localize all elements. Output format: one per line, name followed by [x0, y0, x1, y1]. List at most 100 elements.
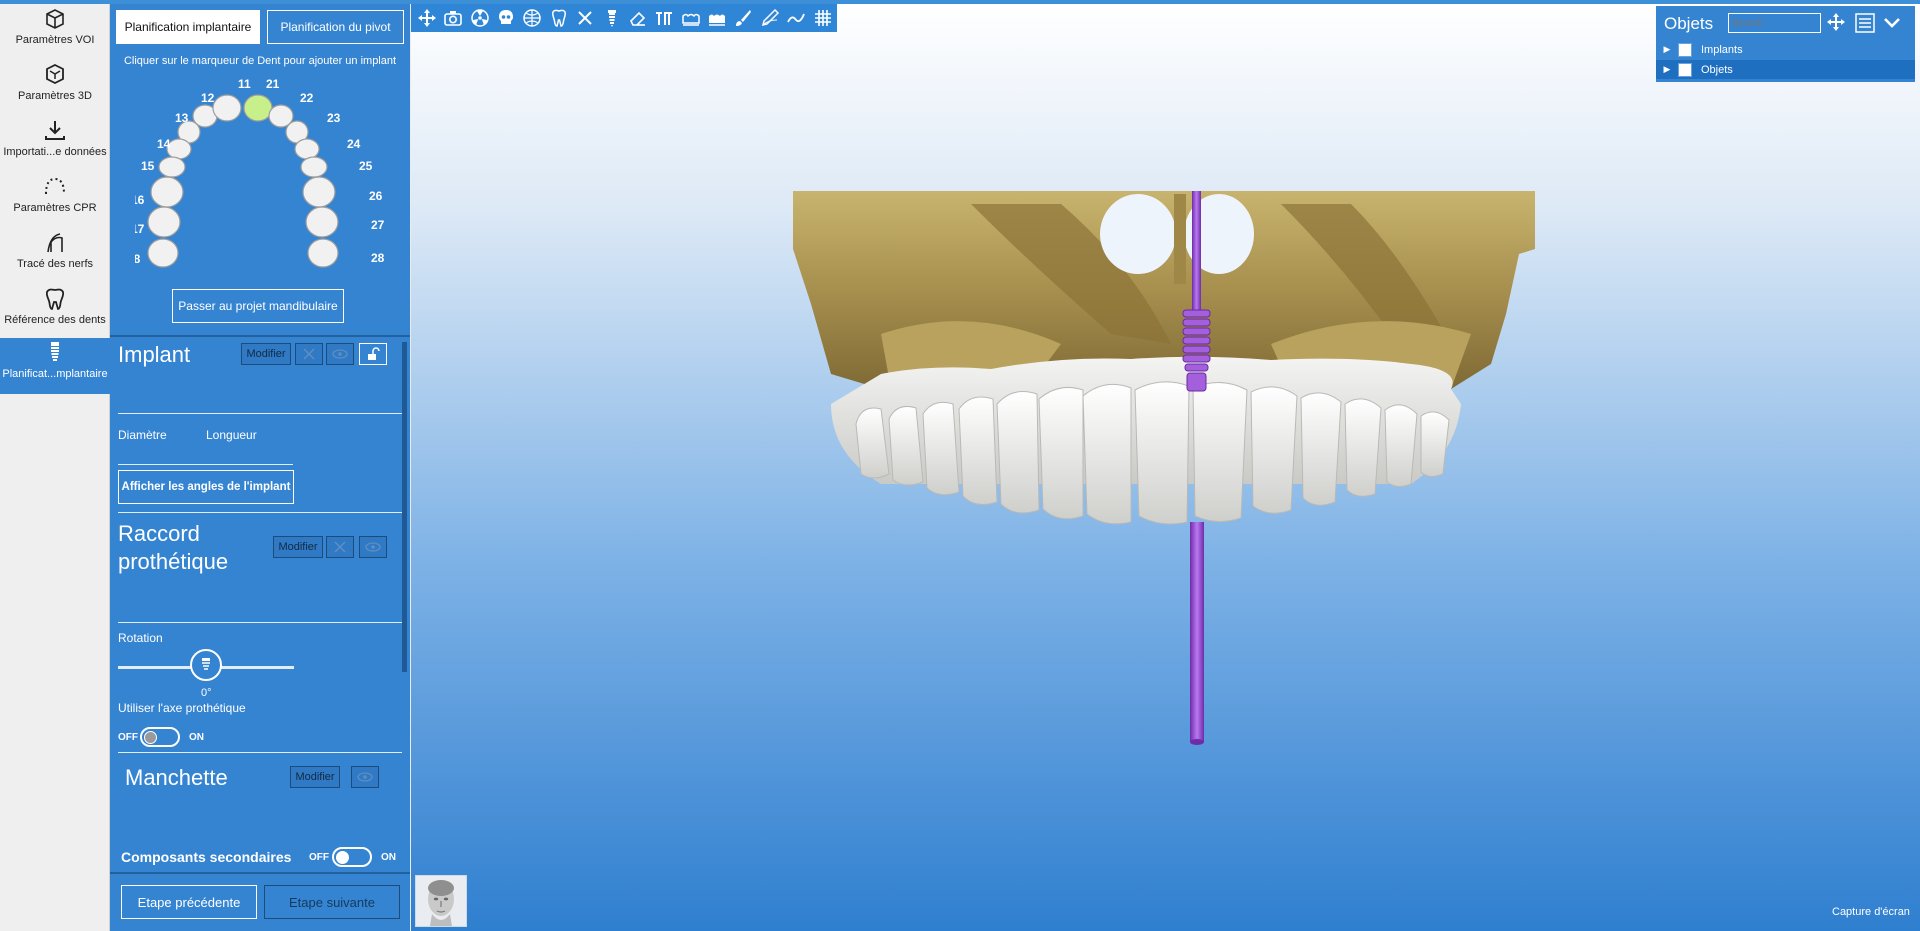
tooth-label-24: 24	[347, 137, 361, 151]
tooth-25[interactable]	[300, 156, 328, 178]
move-icon[interactable]	[415, 6, 439, 30]
abutment-title-line1: Raccord	[118, 521, 200, 546]
tooth-27[interactable]	[305, 206, 339, 238]
nav-item-import[interactable]: Importati...e données	[0, 116, 110, 170]
crowns-icon[interactable]	[652, 6, 676, 30]
camera-icon[interactable]	[441, 6, 465, 30]
sleeve-modify-button[interactable]: Modifier	[290, 766, 340, 788]
previous-step-button[interactable]: Etape précédente	[121, 885, 257, 919]
diameter-label: Diamètre	[118, 428, 167, 442]
tooth-label-21: 21	[266, 77, 280, 91]
head-icon	[428, 880, 454, 926]
nav-item-voi[interactable]: Paramètres VOI	[0, 4, 110, 58]
radiation-icon[interactable]	[468, 6, 492, 30]
expand-arrow-icon[interactable]: ▶	[1656, 64, 1678, 75]
3d-scene[interactable]	[411, 4, 1920, 931]
screenshot-button[interactable]: Capture d'écran	[1832, 906, 1910, 918]
tooth-label-16: 16	[135, 193, 145, 207]
prosthetic-axis-label: Utiliser l'axe prothétique	[118, 701, 246, 715]
nav-label: Tracé des nerfs	[16, 258, 93, 270]
tooth-21[interactable]	[243, 94, 273, 122]
chevron-down-icon[interactable]	[1882, 12, 1904, 34]
nav-label: Planificat...mplantaire	[2, 368, 108, 380]
close-icon	[303, 348, 315, 360]
prosthetic-axis-toggle[interactable]	[140, 727, 180, 747]
head-orientation-button[interactable]	[415, 875, 467, 927]
arch-filled-icon[interactable]	[705, 6, 729, 30]
skull-icon[interactable]	[494, 6, 518, 30]
tooth-hint-text: Cliquer sur le marqueur de Dent pour ajo…	[123, 55, 397, 67]
show-implant-angles-button[interactable]: Afficher les angles de l'implant	[118, 470, 294, 504]
toggle-knob	[336, 851, 349, 864]
tooth-26[interactable]	[302, 176, 336, 208]
toggle-knob	[144, 731, 157, 744]
tooth-label-17: 17	[135, 222, 145, 236]
objects-row-objets[interactable]: ▶ Objets	[1656, 60, 1915, 79]
rotation-slider-handle[interactable]	[190, 649, 222, 681]
grid-icon[interactable]	[811, 6, 835, 30]
visibility-checkbox[interactable]	[1678, 62, 1692, 77]
rotation-value: 0°	[201, 687, 212, 699]
expand-arrow-icon[interactable]: ▶	[1656, 44, 1678, 55]
length-label: Longueur	[206, 428, 257, 442]
nav-item-3d[interactable]: Paramètres 3D	[0, 60, 110, 114]
abutment-delete-button[interactable]	[326, 536, 354, 558]
abutment-modify-button[interactable]: Modifier	[273, 536, 323, 558]
tooth-label-15: 15	[141, 159, 155, 173]
nav-item-implant-planning[interactable]: Planificat...mplantaire	[0, 338, 110, 394]
cross-icon[interactable]	[573, 6, 597, 30]
move-icon[interactable]	[1826, 12, 1848, 34]
tooth-28[interactable]	[307, 238, 339, 268]
nav-label: Paramètres VOI	[15, 34, 95, 46]
next-step-button[interactable]: Etape suivante	[264, 885, 400, 919]
tooth-chart[interactable]: 11 21 12 22 13 23 14 24 15 25 16 26 17 2…	[135, 72, 385, 282]
tooth-24[interactable]	[294, 138, 320, 160]
objects-row-label: Objets	[1701, 63, 1733, 76]
tooth-18[interactable]	[147, 238, 179, 268]
tooth-label-23: 23	[327, 111, 341, 125]
tooth-outline-icon[interactable]	[547, 6, 571, 30]
objects-row-implants[interactable]: ▶ Implants	[1656, 40, 1915, 59]
brush-icon[interactable]	[732, 6, 756, 30]
objects-search-input[interactable]	[1728, 13, 1821, 33]
curve-icon[interactable]	[784, 6, 808, 30]
tooth-16[interactable]	[150, 176, 184, 208]
tab-implant-planning[interactable]: Planification implantaire	[116, 10, 260, 44]
tooth-11[interactable]	[212, 94, 242, 122]
eraser-icon[interactable]	[626, 6, 650, 30]
tooth-15[interactable]	[158, 156, 186, 178]
nav-item-tooth-reference[interactable]: Référence des dents	[0, 284, 110, 338]
secondary-components-toggle[interactable]	[332, 847, 372, 867]
abutment-visibility-button[interactable]	[359, 536, 387, 558]
tooth-label-28: 28	[371, 251, 385, 265]
nerve-trace-icon	[0, 228, 110, 258]
globe-grid-icon[interactable]	[521, 6, 545, 30]
panel-scrollbar[interactable]	[402, 342, 407, 672]
arch-icon[interactable]	[679, 6, 703, 30]
rotation-label: Rotation	[118, 631, 163, 645]
tooth-icon	[0, 284, 110, 314]
tab-pivot-planning[interactable]: Planification du pivot	[267, 10, 404, 44]
3d-viewport[interactable]	[411, 4, 1920, 931]
cube-outline-icon	[0, 4, 110, 34]
list-menu-icon[interactable]	[1854, 12, 1876, 34]
secondary-toggle-off-label: OFF	[309, 852, 329, 863]
tooth-label-26: 26	[369, 189, 383, 203]
implant-screw-icon[interactable]	[600, 6, 624, 30]
sleeve-visibility-button[interactable]	[351, 766, 379, 788]
nav-label: Importati...e données	[3, 146, 107, 158]
pen-icon[interactable]	[758, 6, 782, 30]
nav-item-cpr[interactable]: Paramètres CPR	[0, 172, 110, 226]
tooth-17[interactable]	[147, 206, 181, 238]
divider	[118, 752, 402, 753]
implant-delete-button[interactable]	[295, 343, 323, 365]
objects-panel: Objets ▶ Implants ▶ Objets	[1656, 6, 1915, 82]
visibility-checkbox[interactable]	[1678, 42, 1692, 57]
implant-modify-button[interactable]: Modifier	[241, 343, 291, 365]
mandibular-project-button[interactable]: Passer au projet mandibulaire	[172, 289, 344, 323]
secondary-toggle-on-label: ON	[381, 852, 396, 863]
tooth-14[interactable]	[166, 138, 192, 160]
implant-visibility-button[interactable]	[326, 343, 354, 365]
implant-lock-button[interactable]	[359, 343, 387, 365]
nav-item-nerves[interactable]: Tracé des nerfs	[0, 228, 110, 282]
